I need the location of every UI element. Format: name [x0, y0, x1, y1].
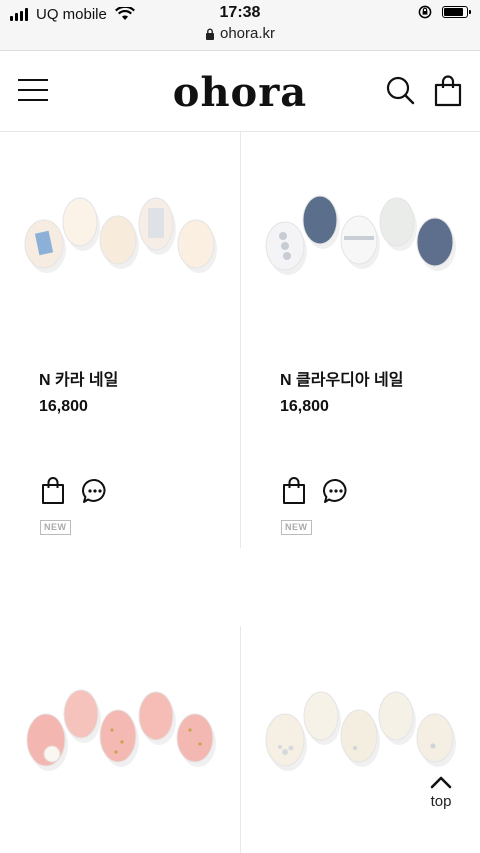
nail-tip — [138, 691, 174, 741]
status-time: 17:38 — [219, 4, 261, 21]
nail-tip — [302, 195, 338, 245]
browser-status-bar: UQ mobile 17:38 ohora.kr — [0, 0, 480, 51]
nail-tips-image — [265, 195, 456, 275]
product-image[interactable] — [0, 626, 240, 846]
product-price: 16,800 — [280, 398, 329, 415]
shopping-bag-icon[interactable] — [41, 477, 65, 505]
address-bar[interactable]: ohora.kr — [0, 25, 480, 42]
shopping-bag-icon[interactable] — [434, 75, 462, 107]
status-right — [418, 5, 471, 19]
product-card[interactable] — [0, 626, 240, 853]
nail-tip — [265, 713, 305, 767]
nail-tip — [416, 713, 454, 763]
product-card[interactable]: N 카라 네일 16,800 NEW — [0, 132, 240, 548]
product-card[interactable]: N 클라우디아 네일 16,800 NEW — [241, 132, 480, 548]
nail-tip — [99, 215, 137, 265]
product-name[interactable]: N 카라 네일 — [39, 366, 118, 390]
nail-tip — [379, 197, 415, 247]
nail-tip — [177, 219, 215, 269]
nail-tip — [62, 197, 98, 247]
new-badge: NEW — [281, 520, 312, 535]
back-to-top-button[interactable]: top — [420, 774, 462, 818]
chat-icon[interactable] — [323, 478, 349, 504]
nail-tips-image — [26, 689, 216, 771]
nail-tip — [63, 689, 99, 739]
battery-icon — [442, 6, 471, 18]
nail-tip — [416, 217, 454, 267]
nail-tips-image — [265, 691, 456, 771]
lock-icon — [205, 28, 214, 40]
chevron-up-icon — [430, 776, 452, 789]
chat-icon[interactable] — [82, 478, 108, 504]
product-name[interactable]: N 클라우디아 네일 — [280, 366, 404, 390]
nail-tip — [99, 709, 137, 763]
product-price: 16,800 — [39, 398, 88, 415]
new-badge: NEW — [40, 520, 71, 535]
shopping-bag-icon[interactable] — [282, 477, 306, 505]
nail-tip — [176, 713, 214, 763]
rotation-lock-icon — [418, 5, 432, 19]
product-card[interactable] — [241, 626, 480, 853]
nail-tips-image — [24, 197, 217, 273]
site-header: ohora — [0, 51, 480, 132]
product-image[interactable] — [0, 132, 240, 352]
product-image[interactable] — [241, 132, 480, 352]
nail-tip — [303, 691, 339, 741]
back-to-top-label: top — [430, 793, 452, 810]
url-text: ohora.kr — [219, 25, 276, 42]
nail-tip — [340, 709, 378, 763]
search-icon[interactable] — [385, 75, 415, 105]
nail-tip — [378, 691, 414, 741]
